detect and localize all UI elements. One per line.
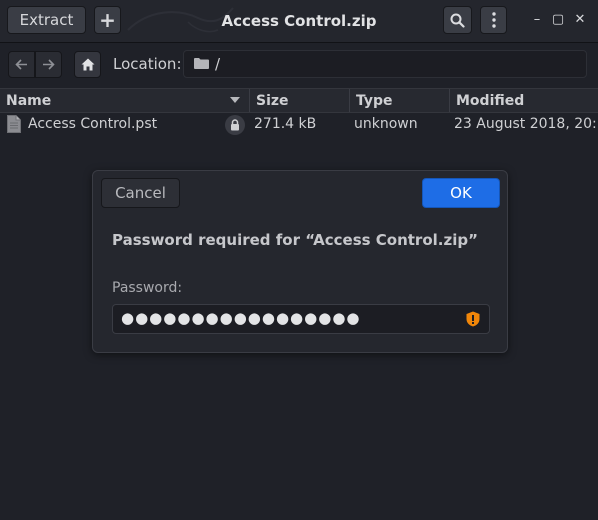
password-prompt: Password required for “Access Control.zi… [112, 231, 478, 249]
forward-button[interactable] [35, 51, 62, 78]
close-button[interactable]: ✕ [573, 12, 587, 27]
location-bar: Location: / [0, 43, 598, 88]
column-header: Name Size Type Modified [0, 88, 598, 113]
column-header-modified[interactable]: Modified [450, 89, 598, 112]
window-title: Access Control.zip [221, 12, 377, 30]
ok-button[interactable]: OK [422, 178, 500, 208]
header-bar: Extract + Access Control.zip – ▢ ✕ [0, 0, 598, 43]
location-field[interactable]: / [183, 50, 587, 78]
column-modified-label: Modified [456, 92, 525, 109]
folder-icon [194, 58, 209, 69]
file-size: 271.4 kB [254, 116, 317, 132]
menu-button[interactable] [480, 6, 507, 34]
home-icon [81, 58, 94, 71]
password-input[interactable]: ●●●●●●●●●●●●●●●●● [112, 304, 490, 334]
arrow-left-icon [15, 59, 27, 70]
caps-lock-warning-icon [466, 311, 480, 327]
column-header-size[interactable]: Size [250, 89, 350, 112]
file-type: unknown [354, 116, 418, 132]
extract-button[interactable]: Extract [7, 6, 86, 34]
back-button[interactable] [8, 51, 35, 78]
minimize-button[interactable]: – [530, 12, 544, 27]
document-icon [7, 115, 21, 133]
cancel-button[interactable]: Cancel [101, 178, 180, 208]
search-icon [450, 13, 465, 28]
file-modified: 23 August 2018, 20:… [454, 116, 598, 132]
column-size-label: Size [256, 92, 289, 109]
column-header-type[interactable]: Type [350, 89, 450, 112]
sort-descending-icon [230, 97, 240, 103]
password-dialog: Cancel OK Password required for “Access … [92, 170, 508, 353]
password-value: ●●●●●●●●●●●●●●●●● [121, 309, 361, 327]
column-type-label: Type [356, 92, 393, 109]
location-label: Location: [113, 55, 182, 73]
search-button[interactable] [443, 6, 472, 34]
add-files-button[interactable]: + [94, 6, 121, 34]
column-name-label: Name [6, 92, 52, 109]
lock-icon [231, 119, 239, 131]
location-path: / [215, 55, 221, 73]
kebab-menu-icon [491, 12, 496, 28]
password-label: Password: [112, 280, 183, 296]
maximize-button[interactable]: ▢ [551, 12, 565, 27]
arrow-right-icon [43, 59, 55, 70]
table-row[interactable]: Access Control.pst 271.4 kB unknown 23 A… [0, 113, 598, 137]
file-name: Access Control.pst [28, 116, 158, 132]
encrypted-badge [225, 115, 245, 135]
column-header-name[interactable]: Name [0, 89, 250, 112]
home-button[interactable] [74, 51, 101, 78]
